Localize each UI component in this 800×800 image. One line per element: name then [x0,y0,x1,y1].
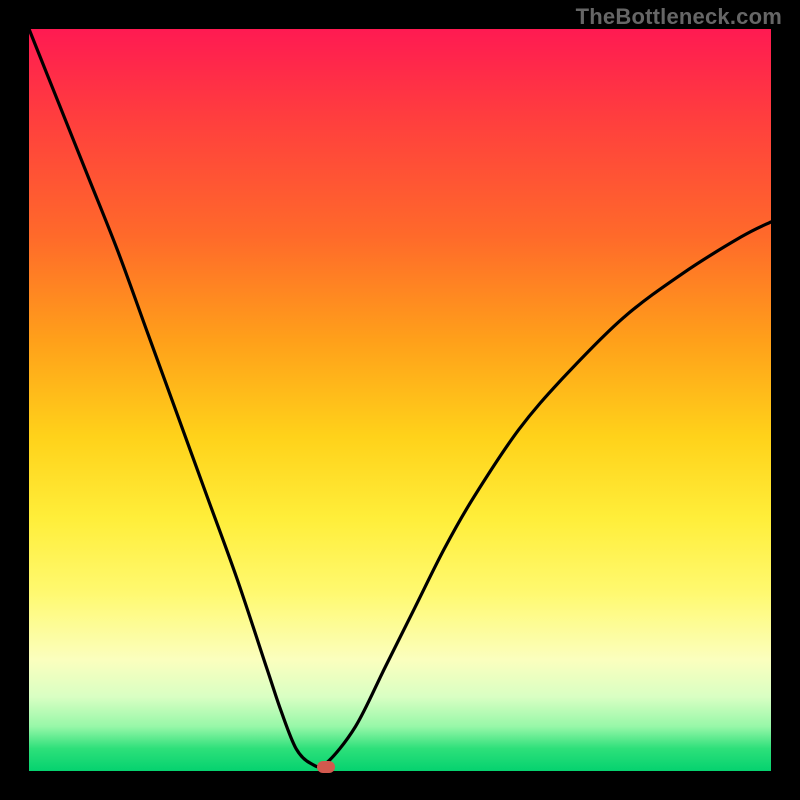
bottleneck-curve [29,29,771,767]
curve-svg [29,29,771,771]
minimum-marker [317,761,335,773]
watermark-text: TheBottleneck.com [576,4,782,30]
chart-frame: TheBottleneck.com [0,0,800,800]
plot-area [29,29,771,771]
